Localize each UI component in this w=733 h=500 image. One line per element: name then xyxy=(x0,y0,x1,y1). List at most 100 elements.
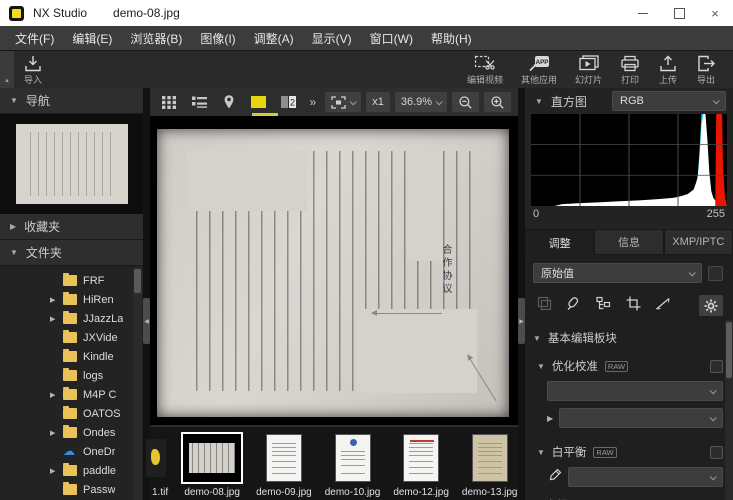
white-balance-checkbox[interactable] xyxy=(710,446,723,459)
expand-arrow-icon[interactable]: ▶ xyxy=(50,429,63,437)
folder-item[interactable]: ▶Ondes xyxy=(0,423,143,442)
picture-control-checkbox[interactable] xyxy=(710,360,723,373)
compare-view-icon[interactable]: 2 xyxy=(276,91,301,113)
zoom-level-select[interactable]: 36.9% xyxy=(395,92,447,112)
filmstrip-thumbnail[interactable] xyxy=(266,432,302,484)
toolbar-button-label: 导入 xyxy=(24,73,42,86)
filmstrip-thumbnail-selected[interactable] xyxy=(181,432,243,484)
menu-item[interactable]: 调整(A) xyxy=(245,30,303,47)
upload-button[interactable]: 上传 xyxy=(649,51,687,88)
folder-item[interactable]: OATOS xyxy=(0,404,143,423)
map-view-icon[interactable] xyxy=(216,91,241,113)
right-splitter[interactable]: ▶ xyxy=(518,88,525,500)
navigation-preview[interactable] xyxy=(0,114,143,214)
filmstrip-item[interactable]: 1.tif xyxy=(152,432,168,498)
actual-size-button[interactable]: x1 xyxy=(366,92,390,112)
tab-调整[interactable]: 调整 xyxy=(525,229,594,255)
filmstrip-item[interactable]: demo-10.jpg xyxy=(325,432,381,498)
retouch-brush-icon[interactable] xyxy=(566,296,582,316)
filmstrip-thumbnail[interactable] xyxy=(472,432,508,484)
expand-arrow-icon[interactable]: ▶ xyxy=(50,296,63,304)
histogram-channel-select[interactable]: RGB xyxy=(612,91,726,111)
export-button[interactable]: 导出 xyxy=(687,51,725,88)
favorites-section-header[interactable]: ▶ 收藏夹 xyxy=(0,214,143,240)
folder-item[interactable]: Kindle xyxy=(0,347,143,366)
menu-item[interactable]: 文件(F) xyxy=(6,30,63,47)
grid-view-icon[interactable] xyxy=(157,91,182,113)
filmstrip-thumbnail[interactable] xyxy=(154,432,166,484)
fit-to-screen-button[interactable] xyxy=(325,92,361,112)
white-balance-header[interactable]: ▼ 白平衡 RAW xyxy=(533,444,723,460)
scrollbar-thumb[interactable] xyxy=(726,322,732,378)
filmstrip-item[interactable]: demo-12.jpg xyxy=(393,432,449,498)
folder-item[interactable]: ▶paddle xyxy=(0,461,143,480)
filmstrip-item[interactable]: demo-08.jpg xyxy=(181,432,243,498)
menu-item[interactable]: 帮助(H) xyxy=(422,30,481,47)
folder-item[interactable]: ☁OneDr xyxy=(0,442,143,461)
more-tools-chevron[interactable]: » xyxy=(306,95,321,109)
folder-item[interactable]: ▶M4P C xyxy=(0,385,143,404)
right-splitter-handle[interactable]: ▶ xyxy=(518,298,525,344)
expand-arrow-icon[interactable]: ▶ xyxy=(50,391,63,399)
eyedropper-icon[interactable] xyxy=(547,468,562,487)
preset-menu-button[interactable] xyxy=(708,266,723,281)
tab-XMP/IPTC[interactable]: XMP/IPTC xyxy=(664,229,733,255)
version-tree-icon[interactable] xyxy=(596,296,612,316)
expand-arrow-icon[interactable]: ▶ xyxy=(50,467,63,475)
chevron-right-icon[interactable]: ▶ xyxy=(547,414,553,423)
folder-item[interactable]: JXVide xyxy=(0,328,143,347)
crop-icon[interactable] xyxy=(626,296,641,316)
basic-edit-section-header[interactable]: ▼ 基本编辑板块 xyxy=(533,330,723,346)
folder-item[interactable]: ▶HiRen xyxy=(0,290,143,309)
right-panel-tabs: 调整信息XMP/IPTC xyxy=(525,229,733,255)
nav-section-header[interactable]: ▼ 导航 xyxy=(0,88,143,114)
slideshow-button[interactable]: 幻灯片 xyxy=(566,51,611,88)
filmstrip: 1.tifdemo-08.jpgdemo-09.jpgdemo-10.jpgde… xyxy=(150,425,518,500)
close-button[interactable]: × xyxy=(697,0,733,26)
settings-button[interactable] xyxy=(699,295,723,316)
copy-adjustments-icon[interactable] xyxy=(537,296,552,316)
zoom-in-button[interactable] xyxy=(484,92,511,112)
list-view-icon[interactable] xyxy=(187,91,212,113)
folders-section-header[interactable]: ▼ 文件夹 xyxy=(0,240,143,266)
single-image-view-icon[interactable] xyxy=(246,91,271,113)
menu-item[interactable]: 图像(I) xyxy=(191,30,244,47)
print-button[interactable]: 打印 xyxy=(611,51,649,88)
menu-bar: 文件(F)编辑(E)浏览器(B)图像(I)调整(A)显示(V)窗口(W)帮助(H… xyxy=(0,26,733,50)
tab-信息[interactable]: 信息 xyxy=(594,229,663,255)
picture-control-header[interactable]: ▼ 优化校准 RAW xyxy=(533,358,723,374)
filmstrip-thumbnail[interactable] xyxy=(403,432,439,484)
toolbar-collapse-handle[interactable]: ▲ xyxy=(0,51,14,88)
zoom-out-button[interactable] xyxy=(452,92,479,112)
picture-control-select[interactable] xyxy=(547,381,723,401)
menu-item[interactable]: 窗口(W) xyxy=(361,30,422,47)
filmstrip-item[interactable]: demo-09.jpg xyxy=(256,432,312,498)
other-apps-button[interactable]: APP其他应用 xyxy=(512,51,566,88)
menu-item[interactable]: 显示(V) xyxy=(303,30,361,47)
import-button[interactable]: 导入 xyxy=(14,51,52,88)
minimize-button[interactable] xyxy=(625,0,661,26)
straighten-icon[interactable] xyxy=(655,296,671,316)
filmstrip-item[interactable]: demo-13.jpg xyxy=(462,432,518,498)
scrollbar-thumb[interactable] xyxy=(134,269,141,293)
folder-item[interactable]: logs xyxy=(0,366,143,385)
filmstrip-thumbnail[interactable] xyxy=(335,432,371,484)
expand-arrow-icon[interactable]: ▶ xyxy=(50,315,63,323)
video-edit-button[interactable]: 编辑视频 xyxy=(458,51,512,88)
folder-item[interactable]: ▶JJazzLa xyxy=(0,309,143,328)
image-viewer[interactable]: 合作协议 xyxy=(150,116,518,425)
title-bar: NX Studio demo-08.jpg × xyxy=(0,0,733,26)
menu-item[interactable]: 浏览器(B) xyxy=(121,30,191,47)
menu-item[interactable]: 编辑(E) xyxy=(63,30,121,47)
folder-item[interactable]: FRF xyxy=(0,271,143,290)
histogram-axis-labels: 0 255 xyxy=(531,206,727,220)
right-panel-scrollbar[interactable] xyxy=(725,320,733,500)
folder-item[interactable]: Passw xyxy=(0,480,143,499)
picture-control-sub-select[interactable] xyxy=(559,408,723,428)
histogram-section-header[interactable]: ▼ 直方图 RGB xyxy=(525,88,733,114)
maximize-button[interactable] xyxy=(661,0,697,26)
preset-select[interactable]: 原始值 xyxy=(533,263,702,283)
left-splitter-handle[interactable]: ◀ xyxy=(143,298,150,344)
white-balance-select[interactable] xyxy=(568,467,723,487)
folder-scrollbar[interactable] xyxy=(133,268,142,500)
